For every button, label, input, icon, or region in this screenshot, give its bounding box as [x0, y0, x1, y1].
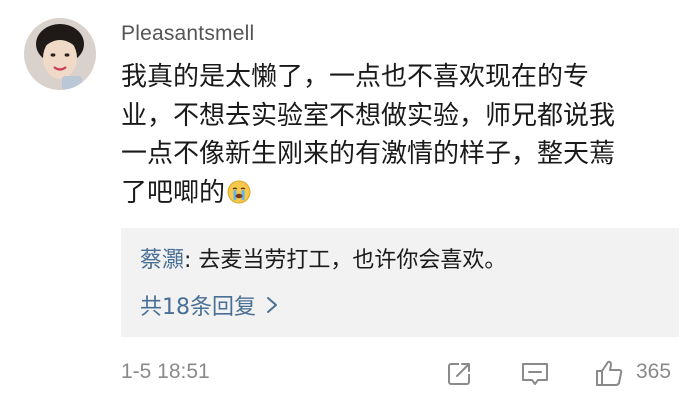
- view-all-replies-link[interactable]: 共18条回复: [140, 289, 278, 321]
- reply-author[interactable]: 蔡灝: [140, 248, 184, 273]
- reply-text: 去麦当劳打工，也许你会喜欢。: [198, 248, 507, 273]
- comment-line: 业，不想去实验室不想做实验，师兄都说我: [121, 100, 616, 131]
- comment-body: 我真的是太懒了，一点也不喜欢现在的专 业，不想去实验室不想做实验，师兄都说我 一…: [121, 58, 681, 212]
- thumbs-up-icon[interactable]: [594, 358, 624, 388]
- crying-face-emoji-icon: [227, 180, 251, 203]
- like-count: 365: [636, 360, 672, 383]
- comment-line: 我真的是太懒了，一点也不喜欢现在的专: [121, 62, 590, 92]
- user-avatar[interactable]: [24, 18, 96, 90]
- comment-username[interactable]: Pleasantsmell: [121, 22, 254, 46]
- comment-line: 一点不像新生刚来的有激情的样子，整天蔫: [121, 139, 616, 169]
- share-icon[interactable]: [445, 360, 473, 388]
- reply-preview[interactable]: 蔡灝: 去麦当劳打工，也许你会喜欢。 共18条回复: [121, 228, 679, 337]
- comment-icon[interactable]: [520, 360, 550, 388]
- chevron-right-icon: [267, 297, 277, 313]
- avatar-image: [24, 18, 96, 90]
- comment-timestamp: 1-5 18:51: [121, 360, 210, 383]
- comment-line-text: 了吧唧的: [121, 177, 226, 208]
- view-all-replies-label: 共18条回复: [140, 295, 256, 320]
- comment-line-last: 了吧唧的: [121, 174, 681, 213]
- reply-item: 蔡灝: 去麦当劳打工，也许你会喜欢。: [140, 242, 506, 274]
- reply-separator: :: [184, 248, 199, 273]
